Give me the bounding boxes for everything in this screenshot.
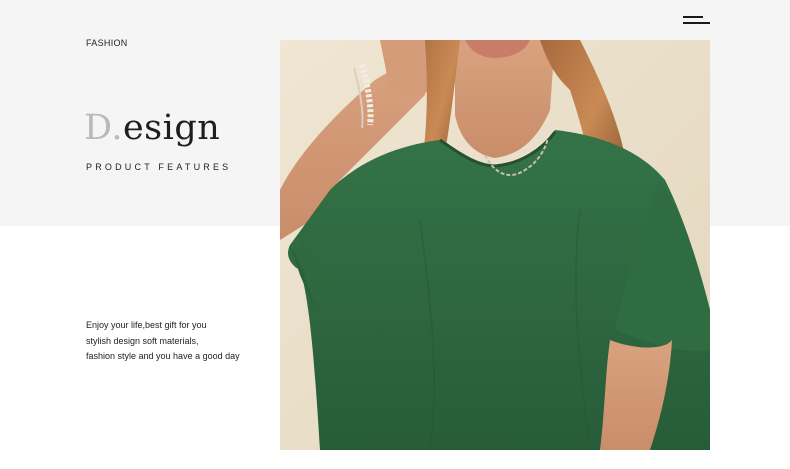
title-initial: D. [84,108,123,148]
description-line-1: Enjoy your life,best gift for you [86,320,207,330]
section-subtitle: PRODUCT FEATURES [86,162,232,172]
product-photo [280,40,710,450]
description-line-3: fashion style and you have a good day [86,351,240,361]
menu-line-bottom [683,22,710,24]
description-text: Enjoy your life,best gift for you stylis… [86,318,266,365]
model-wearing-green-tshirt-image [280,40,710,450]
hamburger-menu-icon[interactable] [683,16,710,26]
title-rest: esign [122,108,221,148]
category-label: FASHION [86,38,128,48]
menu-line-top [683,16,703,18]
page-title: D.esign [84,108,220,148]
description-line-2: stylish design soft materials, [86,335,199,346]
